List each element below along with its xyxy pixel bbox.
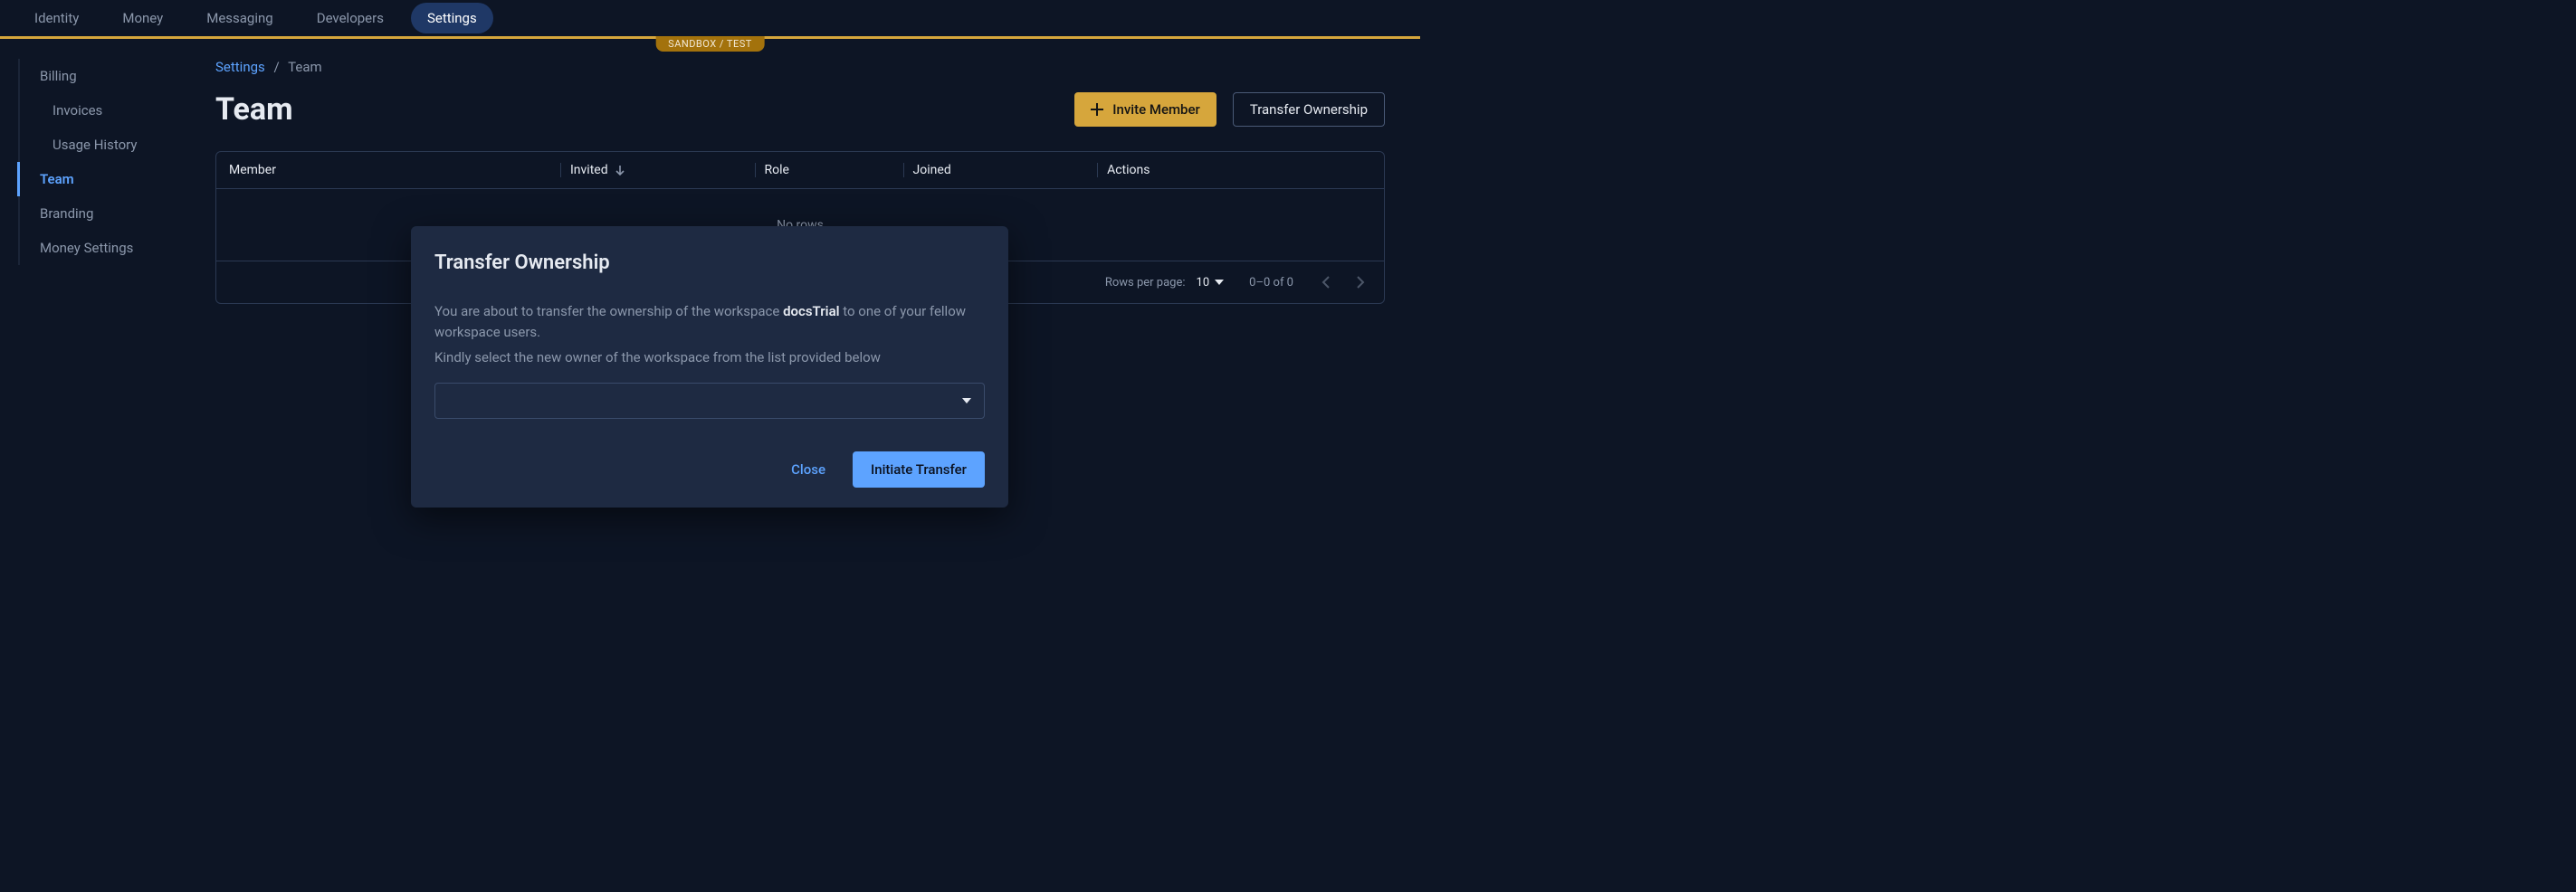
col-invited[interactable]: Invited bbox=[560, 163, 755, 177]
breadcrumb-root[interactable]: Settings bbox=[215, 59, 265, 75]
rows-per-page-label: Rows per page: bbox=[1105, 276, 1186, 289]
modal-title: Transfer Ownership bbox=[434, 251, 985, 274]
page-range: 0–0 of 0 bbox=[1249, 276, 1293, 289]
caret-down-icon bbox=[962, 398, 971, 403]
invite-member-label: Invite Member bbox=[1112, 101, 1200, 118]
breadcrumb: Settings / Team bbox=[215, 59, 1385, 75]
col-actions: Actions bbox=[1097, 163, 1371, 177]
rows-per-page-select[interactable]: 10 bbox=[1197, 276, 1225, 289]
modal-line1-pre: You are about to transfer the ownership … bbox=[434, 303, 783, 319]
sandbox-badge: SANDBOX / TEST bbox=[655, 36, 765, 52]
modal-workspace-name: docsTrial bbox=[783, 303, 839, 319]
top-nav: Identity Money Messaging Developers Sett… bbox=[0, 0, 1420, 36]
invite-member-button[interactable]: Invite Member bbox=[1074, 92, 1216, 127]
col-joined[interactable]: Joined bbox=[903, 163, 1098, 177]
col-invited-label: Invited bbox=[570, 163, 608, 177]
arrow-down-icon bbox=[614, 164, 626, 176]
nav-developers[interactable]: Developers bbox=[301, 3, 400, 33]
next-page-icon[interactable] bbox=[1351, 274, 1368, 290]
transfer-ownership-label: Transfer Ownership bbox=[1250, 101, 1368, 118]
sidebar-item-branding[interactable]: Branding bbox=[17, 196, 190, 231]
table-header: Member Invited Role Joined Actions bbox=[216, 152, 1384, 189]
nav-money[interactable]: Money bbox=[106, 3, 179, 33]
sidebar-item-team[interactable]: Team bbox=[17, 162, 190, 196]
sidebar: Billing Invoices Usage History Team Bran… bbox=[0, 59, 190, 304]
plus-icon bbox=[1091, 103, 1103, 116]
modal-line1: You are about to transfer the ownership … bbox=[434, 301, 985, 344]
breadcrumb-sep: / bbox=[274, 59, 280, 75]
owner-select[interactable] bbox=[434, 383, 985, 419]
page-title: Team bbox=[215, 91, 293, 128]
sidebar-item-usage-history[interactable]: Usage History bbox=[17, 128, 190, 162]
nav-identity[interactable]: Identity bbox=[18, 3, 95, 33]
caret-down-icon bbox=[1215, 280, 1224, 285]
transfer-ownership-modal: Transfer Ownership You are about to tran… bbox=[411, 226, 1008, 508]
initiate-transfer-button[interactable]: Initiate Transfer bbox=[853, 451, 985, 488]
accent-line: SANDBOX / TEST bbox=[0, 36, 1420, 39]
rows-per-page-value: 10 bbox=[1197, 276, 1210, 289]
nav-messaging[interactable]: Messaging bbox=[190, 3, 289, 33]
prev-page-icon[interactable] bbox=[1319, 274, 1335, 290]
sidebar-item-billing[interactable]: Billing bbox=[17, 59, 190, 93]
breadcrumb-current: Team bbox=[288, 59, 322, 75]
col-role[interactable]: Role bbox=[755, 163, 903, 177]
transfer-ownership-button[interactable]: Transfer Ownership bbox=[1233, 92, 1385, 127]
close-button[interactable]: Close bbox=[787, 452, 829, 487]
nav-settings[interactable]: Settings bbox=[411, 3, 493, 33]
modal-line2: Kindly select the new owner of the works… bbox=[434, 347, 985, 368]
sidebar-item-money-settings[interactable]: Money Settings bbox=[17, 231, 190, 265]
sidebar-item-invoices[interactable]: Invoices bbox=[17, 93, 190, 128]
col-member[interactable]: Member bbox=[229, 163, 560, 177]
